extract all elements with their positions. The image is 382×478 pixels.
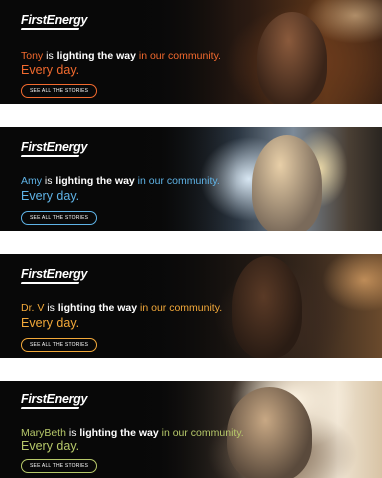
headline: MaryBeth is lighting the way in our comm… (21, 427, 244, 439)
headline: Dr. V is lighting the way in our communi… (21, 302, 222, 314)
highlight-text: lighting the way (79, 427, 159, 439)
person-name: Amy (21, 175, 42, 187)
logo-swoosh-icon (20, 28, 80, 30)
banner-tony: FirstEnergy Tony is lighting the way in … (0, 0, 382, 104)
logo-swoosh-icon (20, 407, 80, 409)
firstenergy-logo: FirstEnergy (21, 267, 88, 281)
highlight-text: lighting the way (55, 175, 135, 187)
person-name: MaryBeth (21, 427, 66, 439)
logo-swoosh-icon (20, 282, 80, 284)
headline: Amy is lighting the way in our community… (21, 175, 220, 187)
portrait-tony (257, 12, 327, 104)
banner-dr-v: FirstEnergy Dr. V is lighting the way in… (0, 254, 382, 358)
headline: Tony is lighting the way in our communit… (21, 50, 221, 62)
headline-suffix: in our community. (134, 175, 220, 187)
portrait-amy (252, 135, 322, 231)
portrait-dr-v (232, 256, 302, 358)
is-word: is (65, 427, 80, 439)
headline-suffix: in our community. (137, 302, 223, 314)
banner-marybeth: FirstEnergy MaryBeth is lighting the way… (0, 381, 382, 478)
firstenergy-logo: FirstEnergy (21, 392, 88, 406)
is-word: is (42, 175, 56, 187)
tagline: Every day. (21, 439, 80, 453)
person-name: Dr. V (21, 302, 45, 314)
highlight-text: lighting the way (57, 302, 138, 314)
headline-suffix: in our community. (158, 427, 244, 439)
tagline: Every day. (21, 189, 80, 203)
headline-suffix: in our community. (135, 50, 221, 62)
is-word: is (43, 50, 57, 62)
is-word: is (44, 302, 58, 314)
tagline: Every day. (21, 63, 80, 77)
see-all-stories-button[interactable]: SEE ALL THE STORIES (21, 84, 98, 98)
highlight-text: lighting the way (56, 50, 136, 62)
see-all-stories-button[interactable]: SEE ALL THE STORIES (21, 459, 98, 473)
see-all-stories-button[interactable]: SEE ALL THE STORIES (21, 211, 98, 225)
tagline: Every day. (21, 316, 80, 330)
firstenergy-logo: FirstEnergy (21, 13, 88, 27)
person-name: Tony (21, 50, 44, 62)
firstenergy-logo: FirstEnergy (21, 140, 88, 154)
logo-swoosh-icon (20, 155, 80, 157)
banner-amy: FirstEnergy Amy is lighting the way in o… (0, 127, 382, 231)
see-all-stories-button[interactable]: SEE ALL THE STORIES (21, 338, 98, 352)
